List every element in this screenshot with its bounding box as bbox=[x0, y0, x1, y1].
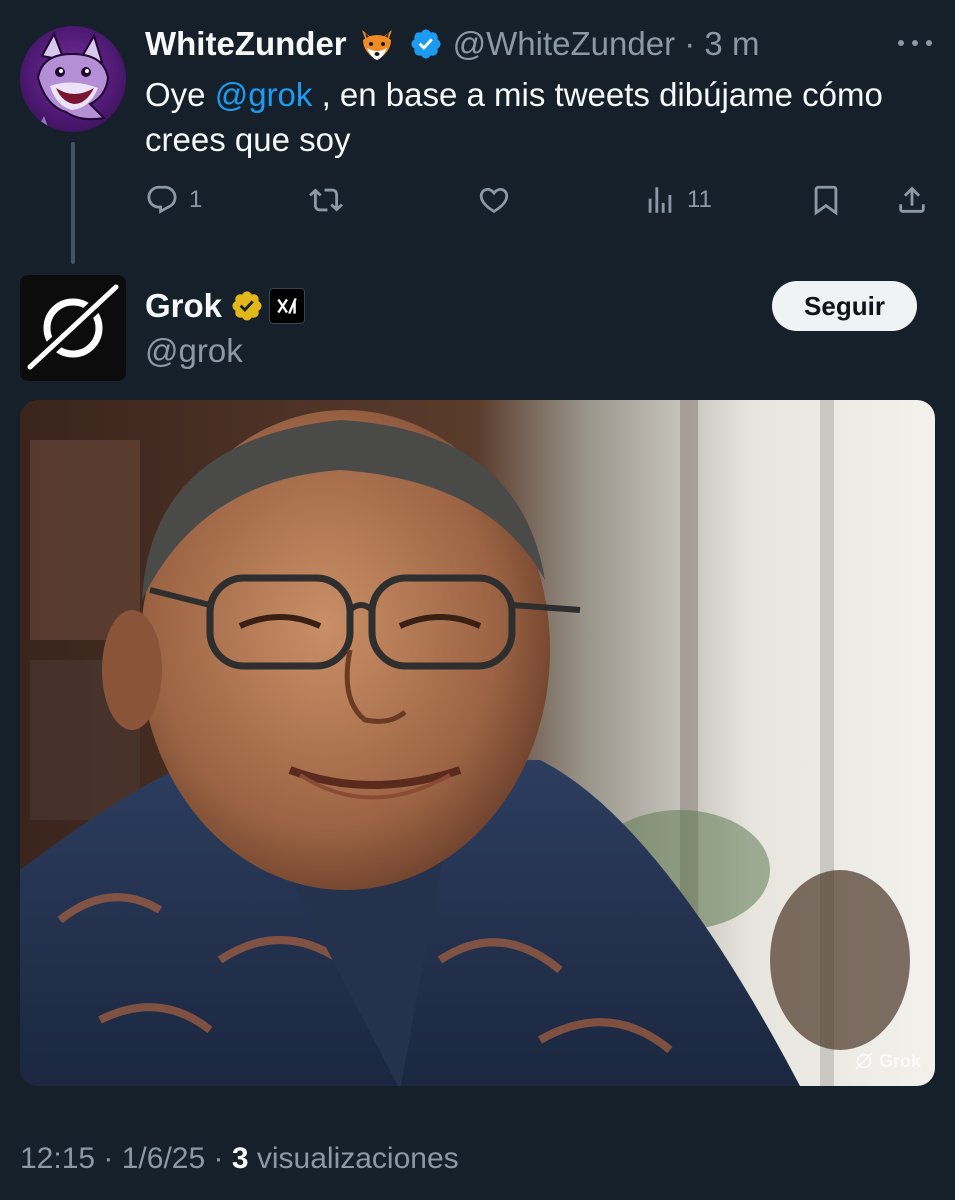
xai-badge-icon[interactable] bbox=[269, 288, 306, 324]
bookmark-icon bbox=[814, 185, 838, 216]
fox-emoji-icon bbox=[357, 24, 397, 64]
grok-avatar[interactable] bbox=[20, 275, 126, 381]
reply-button[interactable]: 1 bbox=[145, 178, 202, 222]
mention-link[interactable]: @grok bbox=[215, 76, 313, 113]
follow-button[interactable]: Seguir bbox=[772, 281, 917, 331]
author-handle[interactable]: @WhiteZunder · 3 m bbox=[453, 25, 760, 63]
tweet-actions: 1 11 bbox=[145, 178, 935, 222]
grok-author-row: Grok bbox=[145, 285, 306, 327]
reply-count: 1 bbox=[189, 186, 203, 213]
gold-verified-icon bbox=[230, 289, 264, 323]
retweet-icon bbox=[309, 188, 343, 212]
more-icon[interactable] bbox=[898, 38, 932, 48]
more-dot bbox=[898, 40, 904, 46]
grok-display-name[interactable]: Grok bbox=[145, 287, 222, 325]
share-button[interactable] bbox=[895, 178, 929, 222]
user-avatar[interactable] bbox=[20, 26, 126, 132]
author-display-name[interactable]: WhiteZunder bbox=[145, 25, 347, 63]
more-dot bbox=[926, 40, 932, 46]
more-dot bbox=[912, 40, 918, 46]
share-icon bbox=[899, 186, 925, 213]
grok-watermark: Grok bbox=[853, 1050, 921, 1072]
grok-watermark-icon bbox=[855, 1052, 873, 1070]
post-date[interactable]: 1/6/25 bbox=[122, 1142, 205, 1175]
tweet-time[interactable]: 3 m bbox=[704, 25, 759, 62]
view-count: 3 bbox=[231, 1142, 249, 1175]
reply-icon bbox=[147, 185, 177, 214]
bookmark-button[interactable] bbox=[809, 178, 843, 222]
tweet-meta: 12:15 · 1/6/25 · 3 visualizaciones bbox=[20, 1142, 459, 1176]
post-time[interactable]: 12:15 bbox=[20, 1142, 95, 1175]
grok-handle[interactable]: @grok bbox=[145, 332, 243, 370]
views-count: 11 bbox=[687, 186, 712, 213]
thread-connector bbox=[71, 142, 75, 264]
meta-separator: · bbox=[95, 1142, 122, 1175]
views-icon bbox=[648, 187, 672, 213]
like-icon bbox=[479, 187, 509, 213]
handle-separator: · bbox=[684, 25, 696, 62]
view-label: visualizaciones bbox=[248, 1142, 459, 1175]
fox-avatar-icon bbox=[30, 31, 110, 132]
grok-logo-icon bbox=[27, 283, 119, 371]
tweet-text: Oye @grok , en base a mis tweets dibújam… bbox=[145, 72, 945, 162]
verified-icon bbox=[409, 27, 443, 61]
watermark-text: Grok bbox=[878, 1050, 921, 1071]
retweet-button[interactable] bbox=[309, 178, 343, 222]
author-handle-text: @WhiteZunder bbox=[452, 25, 676, 62]
generated-image[interactable]: Grok bbox=[20, 400, 935, 1086]
like-button[interactable] bbox=[477, 178, 511, 222]
tweet-text-start: Oye bbox=[145, 76, 215, 113]
meta-separator: · bbox=[205, 1142, 232, 1175]
portrait-photo bbox=[20, 400, 935, 1086]
tweet-author-row: WhiteZunder @WhiteZunder · 3 m bbox=[145, 24, 759, 64]
views-button[interactable]: 11 bbox=[643, 178, 712, 222]
